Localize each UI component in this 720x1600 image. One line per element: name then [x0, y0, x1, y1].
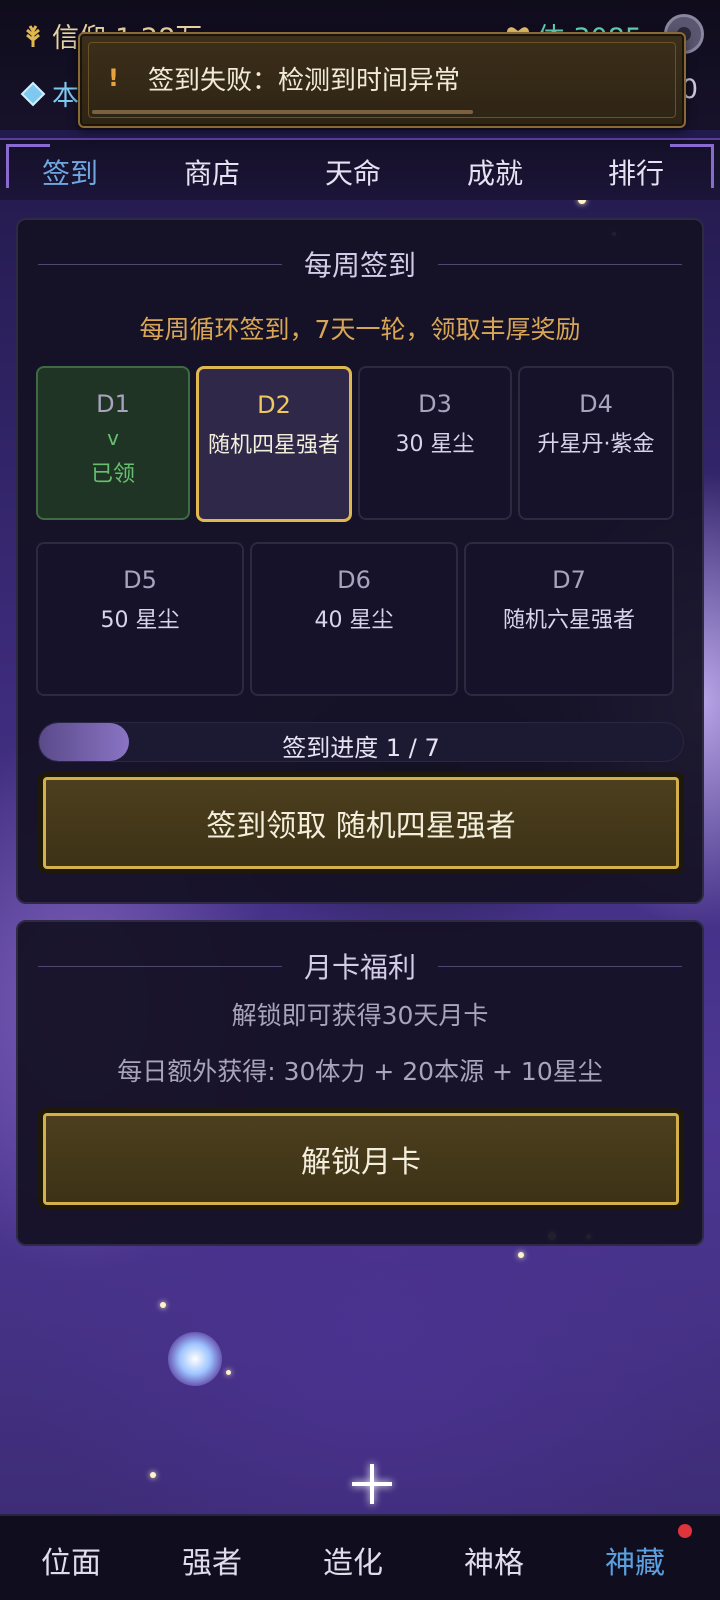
monthly-benefits: 每日额外获得: 30体力 + 20本源 + 10星尘	[117, 1057, 603, 1086]
day-card-1[interactable]: D1 v 已领	[36, 366, 190, 520]
source-value: 本	[52, 81, 79, 112]
toast-message: 签到失败：检测到时间异常	[148, 66, 461, 96]
day-card-2[interactable]: D2 随机四星强者	[196, 366, 352, 522]
day-label: D1	[96, 390, 130, 418]
diamond-icon	[20, 81, 46, 106]
bottom-navigation: 位面 强者 造化 神格 神藏	[0, 1514, 720, 1600]
check-icon: v	[107, 426, 119, 450]
day-reward: 30 星尘	[395, 432, 475, 457]
nav-creation[interactable]: 造化	[298, 1538, 408, 1582]
unlock-monthly-card-button[interactable]: 解锁月卡	[38, 1108, 684, 1210]
error-toast: ! 签到失败：检测到时间异常	[78, 32, 686, 128]
monthly-description: 解锁即可获得30天月卡	[231, 1001, 489, 1030]
nav-divinity[interactable]: 神格	[439, 1538, 549, 1582]
day-label: D7	[552, 566, 586, 594]
monthly-card-panel: 月卡福利 解锁即可获得30天月卡 每日额外获得: 30体力 + 20本源 + 1…	[16, 920, 704, 1246]
tab-ranking[interactable]: 排行	[586, 152, 686, 192]
day-label: D4	[579, 390, 613, 418]
warning-icon: !	[108, 64, 119, 92]
toast-timer-bar	[92, 110, 473, 114]
weekly-sign-in-panel: 每周签到 每周循环签到，7天一轮，领取丰厚奖励 D1 v 已领 D2 随机四星强…	[16, 218, 704, 904]
tab-sign-in[interactable]: 签到	[20, 152, 120, 192]
weekly-title-row: 每周签到	[18, 244, 702, 284]
glowing-orb	[168, 1332, 222, 1386]
weekly-subtitle: 每周循环签到，7天一轮，领取丰厚奖励	[139, 315, 581, 344]
day-card-5[interactable]: D5 50 星尘	[36, 542, 244, 696]
day-card-7[interactable]: D7 随机六星强者	[464, 542, 674, 696]
claim-button-label: 签到领取 随机四星强者	[43, 777, 679, 869]
nav-plane[interactable]: 位面	[16, 1538, 126, 1582]
tab-shop[interactable]: 商店	[162, 152, 262, 192]
wheat-icon	[26, 24, 40, 47]
day-reward: 升星丹·紫金	[537, 432, 655, 457]
day-label: D5	[123, 566, 157, 594]
day-label: D2	[257, 391, 291, 419]
day-card-3[interactable]: D3 30 星尘	[358, 366, 512, 520]
notification-dot	[678, 1524, 692, 1538]
claim-button[interactable]: 签到领取 随机四星强者	[38, 772, 684, 874]
nav-heroes[interactable]: 强者	[157, 1538, 267, 1582]
monthly-title-row: 月卡福利	[18, 946, 702, 986]
day-label: D6	[337, 566, 371, 594]
unlock-button-label: 解锁月卡	[43, 1113, 679, 1205]
tab-achievements[interactable]: 成就	[445, 152, 545, 192]
source-counter: 本	[20, 74, 79, 113]
sign-in-progress-bar: 签到进度 1 / 7	[38, 722, 684, 762]
top-tab-bar: 签到 商店 天命 成就 排行	[0, 138, 720, 200]
day-reward: 已领	[90, 462, 135, 487]
day-card-6[interactable]: D6 40 星尘	[250, 542, 458, 696]
tab-destiny[interactable]: 天命	[303, 152, 403, 192]
day-label: D3	[418, 390, 452, 418]
day-reward: 随机六星强者	[502, 608, 635, 633]
day-reward: 50 星尘	[100, 608, 180, 633]
day-reward: 随机四星强者	[207, 433, 340, 458]
nav-treasury[interactable]: 神藏	[580, 1538, 690, 1582]
monthly-title: 月卡福利	[303, 951, 416, 984]
progress-label: 签到进度 1 / 7	[282, 734, 440, 762]
day-reward: 40 星尘	[314, 608, 394, 633]
weekly-title: 每周签到	[303, 249, 416, 282]
day-card-4[interactable]: D4 升星丹·紫金	[518, 366, 674, 520]
